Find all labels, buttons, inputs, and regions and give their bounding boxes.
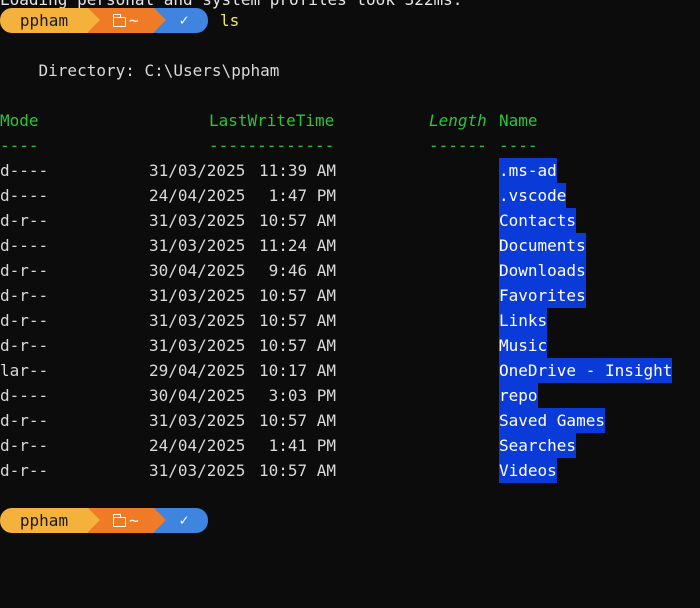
powerline-separator [88,508,100,532]
row-time: 10:57 AM [259,311,337,330]
row-mode: d---- [0,386,49,405]
row-name[interactable]: OneDrive - Insight [499,358,673,383]
row-time: 10:57 AM [259,411,337,430]
row-date: 31/03/2025 [149,236,246,255]
row-time: 10:57 AM [259,336,337,355]
row-time: 1:41 PM [259,436,337,455]
header-name-underline: ---- [499,136,538,155]
row-mode: d-r-- [0,436,49,455]
table-row[interactable]: d---- 30/04/2025 3:03 PM repo [0,383,700,408]
row-date: 31/03/2025 [149,336,246,355]
row-name[interactable]: Links [499,308,548,333]
table-row[interactable]: d-r-- 30/04/2025 9:46 AM Downloads [0,258,700,283]
row-mode: d-r-- [0,311,49,330]
header-mode-underline: ---- [0,136,39,155]
table-row[interactable]: d-r-- 31/03/2025 10:57 AM Favorites [0,283,700,308]
row-name[interactable]: Downloads [499,258,586,283]
command-text: ls [220,11,240,30]
row-date: 24/04/2025 [149,186,246,205]
table-row[interactable]: d-r-- 31/03/2025 10:57 AM Contacts [0,208,700,233]
row-name[interactable]: Favorites [499,283,586,308]
row-mode: d-r-- [0,286,49,305]
row-mode: d-r-- [0,336,49,355]
row-mode: d---- [0,161,49,180]
row-mode: lar-- [0,361,49,380]
folder-icon [112,13,127,27]
row-date: 31/03/2025 [149,286,246,305]
column-headers: Mode LastWriteTime Length Name [0,108,700,133]
table-row[interactable]: d-r-- 31/03/2025 10:57 AM Music [0,333,700,358]
row-name[interactable]: Music [499,333,548,358]
table-row[interactable]: d-r-- 31/03/2025 10:57 AM Links [0,308,700,333]
table-row[interactable]: d---- 31/03/2025 11:24 AM Documents [0,233,700,258]
row-date: 31/03/2025 [149,161,246,180]
row-time: 1:47 PM [259,186,337,205]
row-date: 31/03/2025 [149,461,246,480]
table-row[interactable]: d-r-- 31/03/2025 10:57 AM Videos [0,458,700,483]
row-time: 10:57 AM [259,461,337,480]
row-mode: d---- [0,186,49,205]
row-name[interactable]: Videos [499,458,557,483]
row-time: 10:17 AM [259,361,337,380]
prompt-user-segment: ppham [0,8,100,33]
prompt-user-segment: ppham [0,508,100,533]
row-name[interactable]: repo [499,383,538,408]
row-time: 10:57 AM [259,211,337,230]
table-row[interactable]: d-r-- 31/03/2025 10:57 AM Saved Games [0,408,700,433]
row-date: 24/04/2025 [149,436,246,455]
table-row[interactable]: lar-- 29/04/2025 10:17 AM OneDrive - Ins… [0,358,700,383]
column-header-underlines: ---- ------------- ------ ---- [0,133,700,158]
row-time: 11:39 AM [259,161,337,180]
row-name[interactable]: Saved Games [499,408,605,433]
row-date: 30/04/2025 [149,386,246,405]
prompt-user: ppham [19,11,69,30]
row-name[interactable]: Documents [499,233,586,258]
folder-icon [112,513,127,527]
prompt-line: ppham ~ ✓ ls [0,8,239,33]
prompt-line[interactable]: ppham ~ ✓ [0,508,208,533]
row-time: 9:46 AM [259,261,337,280]
prompt-path: ~ [129,511,139,530]
header-length-underline: ------ [429,136,487,155]
row-date: 31/03/2025 [149,211,246,230]
check-icon: ✓ [179,511,189,529]
row-name[interactable]: .vscode [499,183,567,208]
header-lastwritetime: LastWriteTime [209,111,335,130]
row-name[interactable]: Searches [499,433,577,458]
header-length: Length [429,111,487,130]
row-date: 31/03/2025 [149,411,246,430]
row-date: 29/04/2025 [149,361,246,380]
table-row[interactable]: d---- 24/04/2025 1:47 PM .vscode [0,183,700,208]
row-name[interactable]: .ms-ad [499,158,557,183]
prompt-user: ppham [19,511,69,530]
row-time: 3:03 PM [259,386,337,405]
prompt-path: ~ [129,11,139,30]
header-mode: Mode [0,111,39,130]
row-mode: d-r-- [0,411,49,430]
row-date: 30/04/2025 [149,261,246,280]
table-row[interactable]: d-r-- 24/04/2025 1:41 PM Searches [0,433,700,458]
table-row[interactable]: d---- 31/03/2025 11:39 AM .ms-ad [0,158,700,183]
row-mode: d---- [0,236,49,255]
directory-label: Directory: C:\Users\ppham [0,61,280,80]
row-mode: d-r-- [0,461,49,480]
row-mode: d-r-- [0,211,49,230]
row-time: 10:57 AM [259,286,337,305]
powerline-separator [154,8,166,32]
check-icon: ✓ [179,11,189,29]
row-mode: d-r-- [0,261,49,280]
row-date: 31/03/2025 [149,311,246,330]
header-lastwritetime-underline: ------------- [209,136,335,155]
header-name: Name [499,111,538,130]
row-time: 11:24 AM [259,236,337,255]
powerline-separator [154,508,166,532]
powerline-separator [88,8,100,32]
row-name[interactable]: Contacts [499,208,577,233]
